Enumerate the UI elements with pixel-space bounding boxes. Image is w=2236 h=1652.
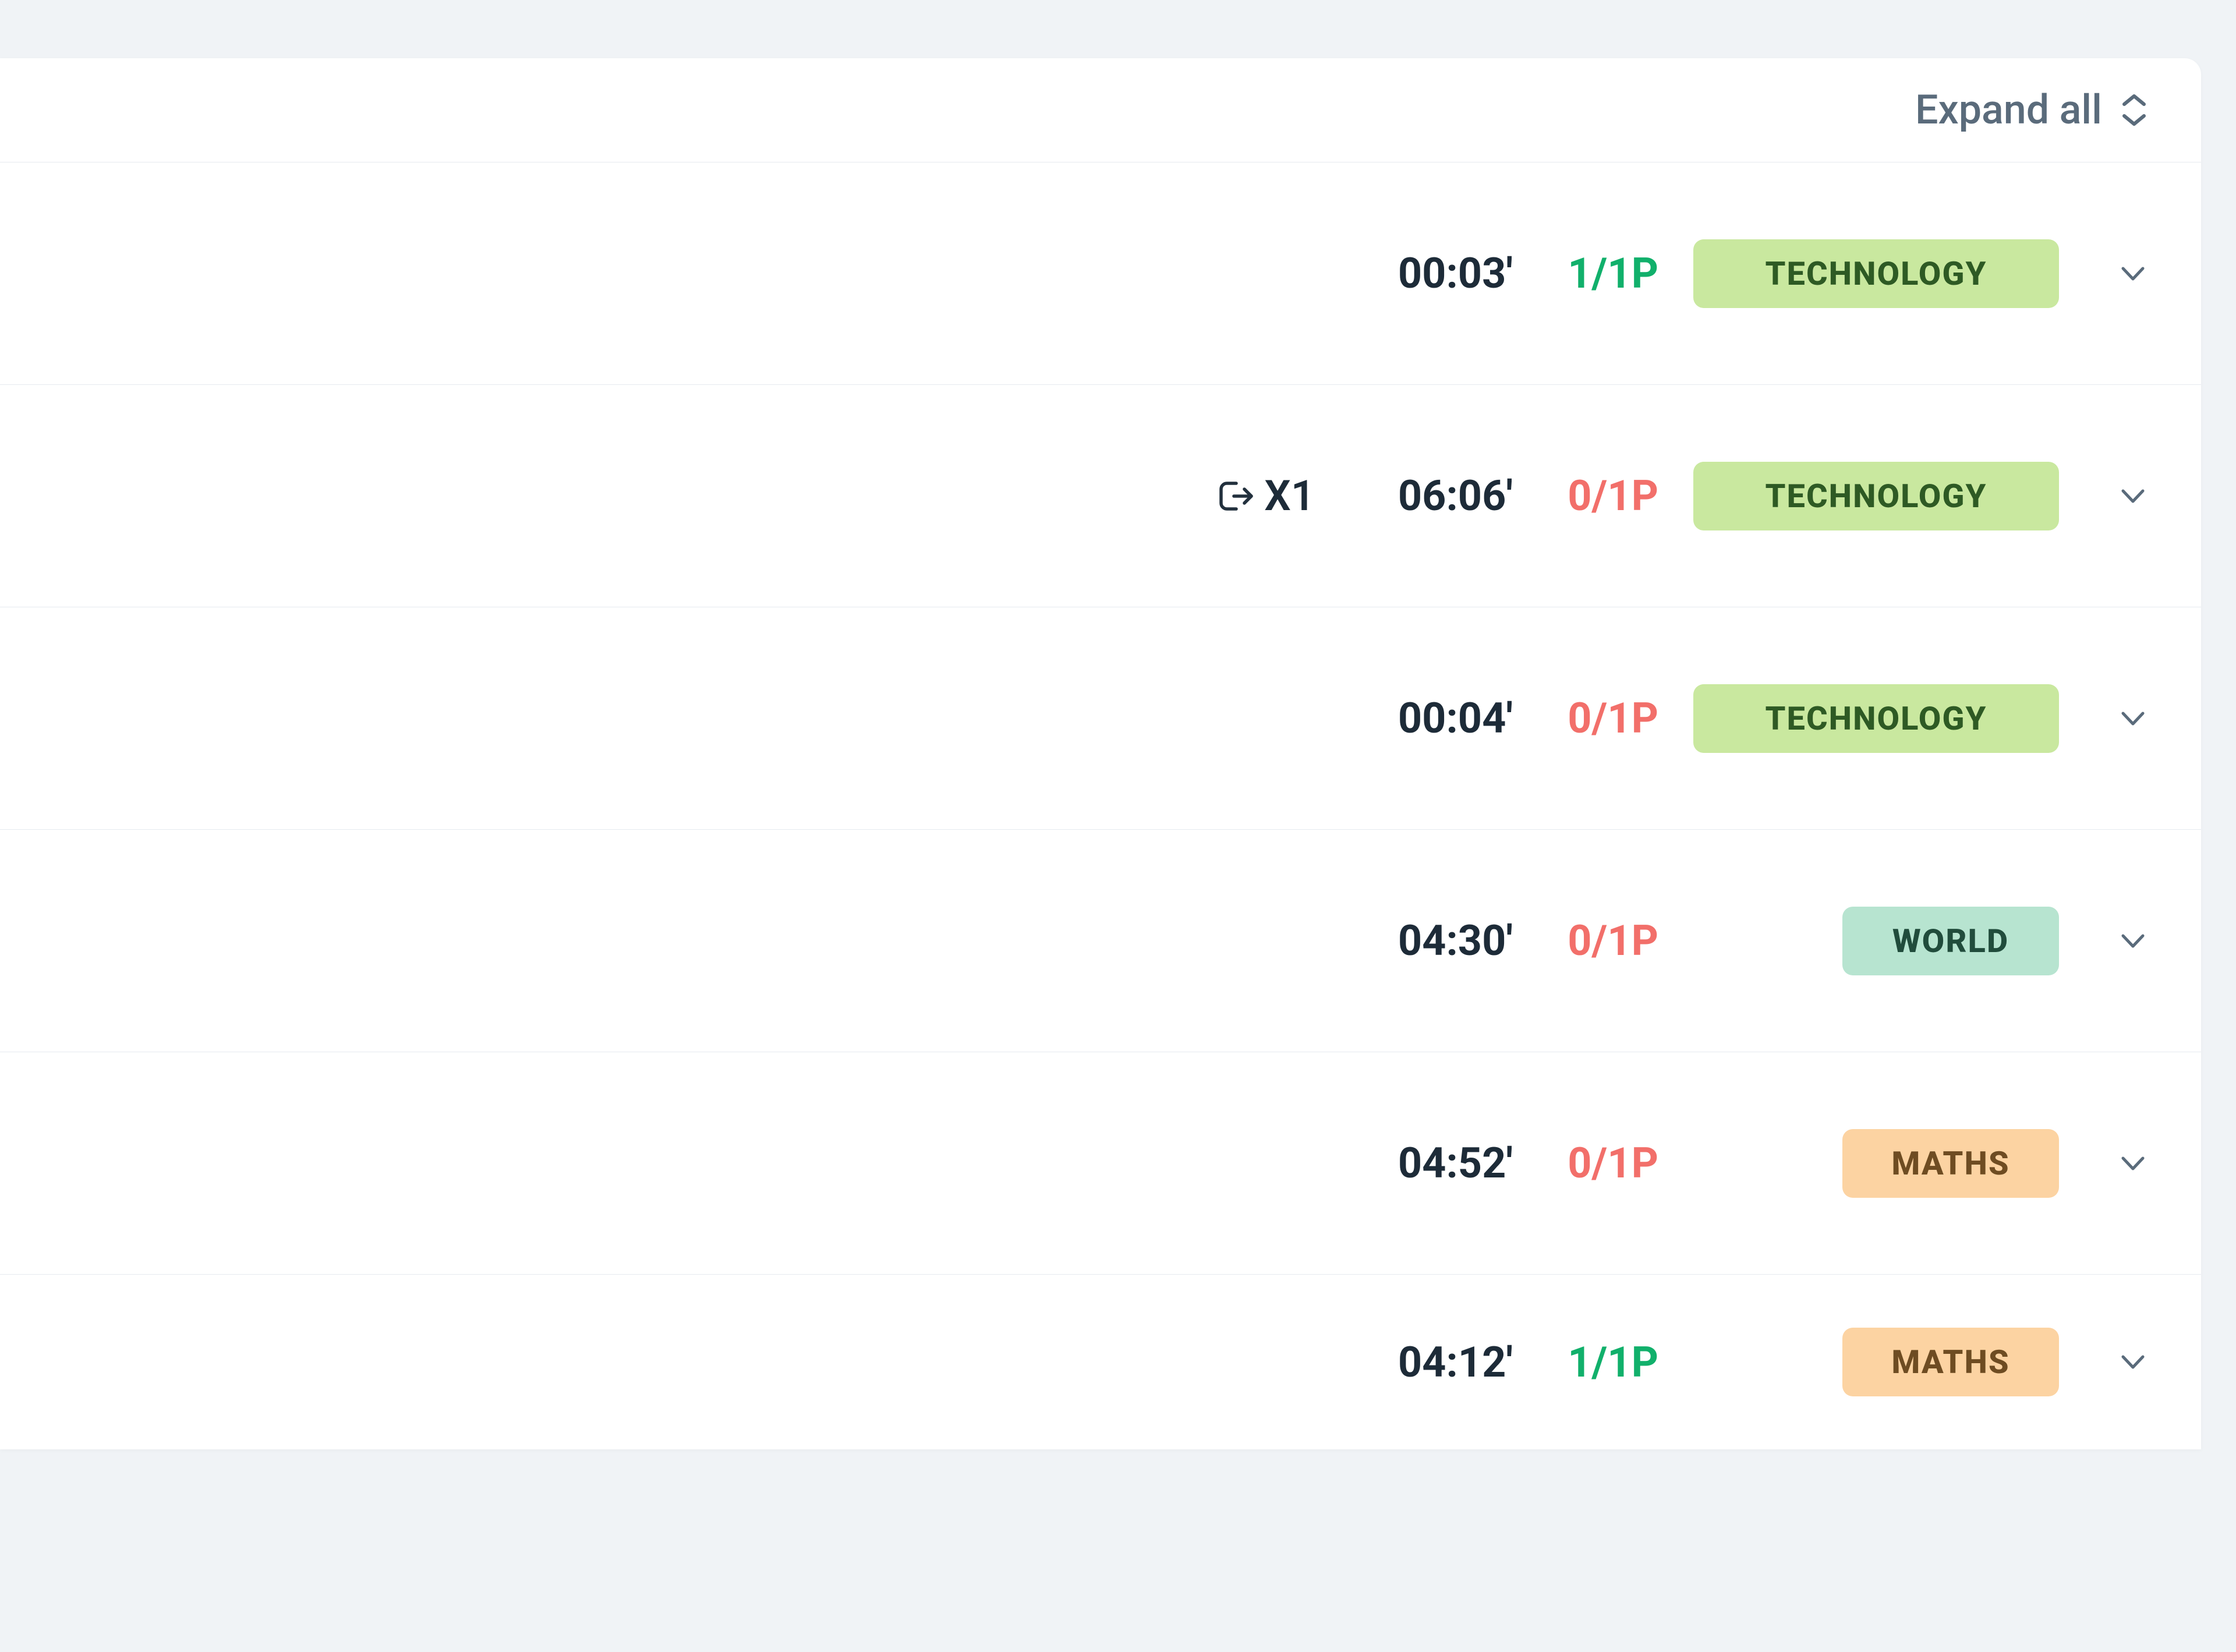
expand-all-button[interactable]: Expand all <box>1915 86 2149 134</box>
results-panel: Expand all 00:03' 1/1P TECHNOLOGY X1 06:… <box>0 58 2201 1449</box>
category-tag: MATHS <box>1842 1129 2059 1198</box>
chevron-down-icon[interactable] <box>2117 1346 2149 1378</box>
time-value: 04:30' <box>1367 916 1513 965</box>
expand-all-label: Expand all <box>1915 86 2102 134</box>
category-tag: TECHNOLOGY <box>1693 462 2059 530</box>
score-value: 0/1P <box>1548 471 1658 521</box>
chevron-down-icon[interactable] <box>2117 1148 2149 1179</box>
category-tag: TECHNOLOGY <box>1693 684 2059 753</box>
category-tag: TECHNOLOGY <box>1693 239 2059 308</box>
score-value: 1/1P <box>1548 249 1658 298</box>
score-value: 0/1P <box>1548 694 1658 743</box>
score-value: 0/1P <box>1548 1138 1658 1188</box>
result-row[interactable]: 04:52' 0/1P MATHS <box>0 1052 2201 1275</box>
time-value: 00:04' <box>1367 694 1513 743</box>
result-row[interactable]: 04:12' 1/1P MATHS <box>0 1275 2201 1449</box>
result-row[interactable]: X1 06:06' 0/1P TECHNOLOGY <box>0 385 2201 607</box>
expand-collapse-icon <box>2120 91 2149 129</box>
time-value: 04:12' <box>1367 1338 1513 1387</box>
time-value: 00:03' <box>1367 249 1513 298</box>
result-row[interactable]: 00:03' 1/1P TECHNOLOGY <box>0 162 2201 385</box>
chevron-down-icon[interactable] <box>2117 925 2149 957</box>
category-tag: MATHS <box>1842 1328 2059 1396</box>
result-row[interactable]: 04:30' 0/1P WORLD <box>0 830 2201 1052</box>
result-row[interactable]: 00:04' 0/1P TECHNOLOGY <box>0 607 2201 830</box>
category-tag: WORLD <box>1842 907 2059 975</box>
chevron-down-icon[interactable] <box>2117 258 2149 289</box>
score-value: 0/1P <box>1548 916 1658 965</box>
chevron-down-icon[interactable] <box>2117 703 2149 734</box>
exit-indicator: X1 <box>1215 471 1315 521</box>
exit-count: X1 <box>1264 471 1315 521</box>
panel-header: Expand all <box>0 58 2201 162</box>
score-value: 1/1P <box>1548 1338 1658 1387</box>
time-value: 06:06' <box>1367 471 1513 521</box>
chevron-down-icon[interactable] <box>2117 480 2149 512</box>
exit-icon <box>1215 475 1257 517</box>
time-value: 04:52' <box>1367 1138 1513 1188</box>
